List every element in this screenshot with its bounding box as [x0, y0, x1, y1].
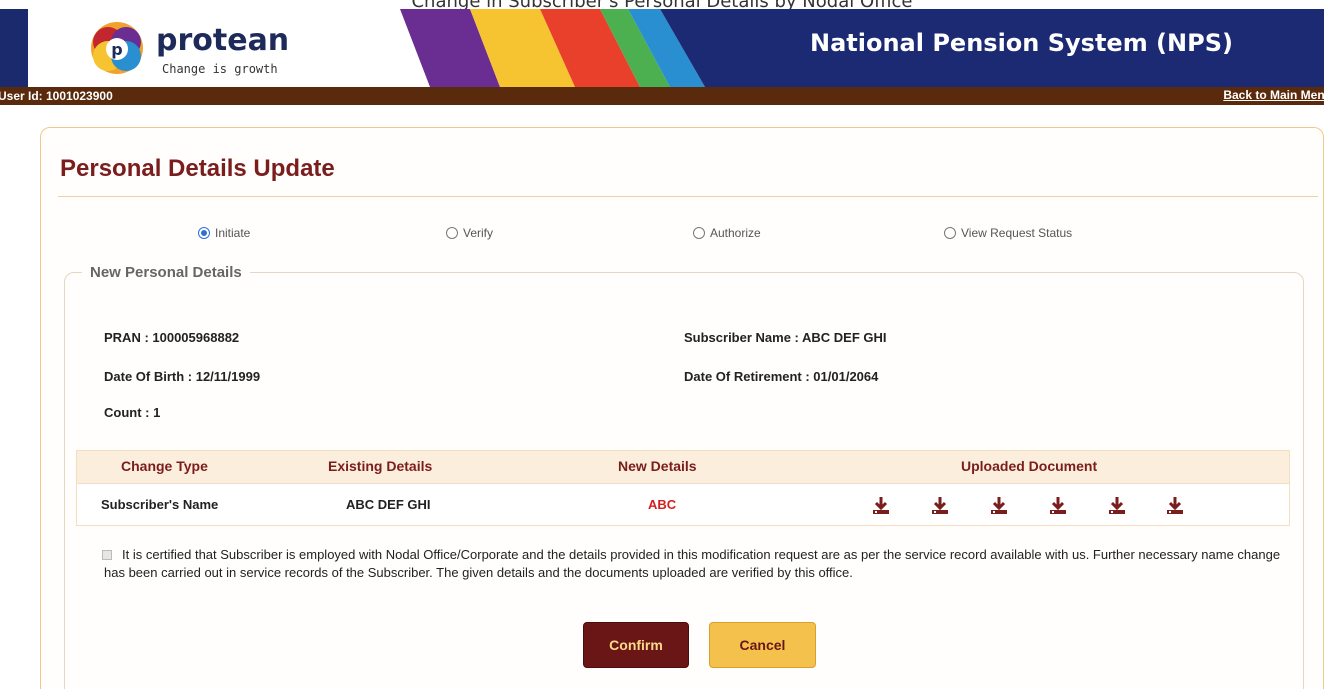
download-icon[interactable]: [1166, 496, 1184, 516]
col-existing-details: Existing Details: [328, 458, 433, 474]
radio-authorize[interactable]: Authorize: [693, 226, 761, 240]
download-icon[interactable]: [1049, 496, 1067, 516]
cell-new-details: ABC: [648, 497, 677, 512]
section-legend: New Personal Details: [82, 264, 250, 281]
dob-text: Date Of Birth : 12/11/1999: [104, 369, 261, 384]
page-title: Personal Details Update: [60, 155, 335, 182]
back-to-main-menu-link[interactable]: Back to Main Menu: [1223, 88, 1324, 102]
radio-unchecked-icon: [446, 227, 458, 239]
nps-title: National Pension System (NPS): [810, 29, 1233, 57]
radio-label: Verify: [463, 226, 494, 240]
col-change-type: Change Type: [121, 458, 208, 474]
pran-text: PRAN : 100005968882: [104, 330, 240, 345]
certification-text: It is certified that Subscriber is emplo…: [104, 547, 1281, 580]
count-text: Count : 1: [104, 405, 161, 420]
radio-verify[interactable]: Verify: [446, 226, 493, 240]
cancel-button[interactable]: Cancel: [709, 622, 816, 668]
user-id: User Id: 1001023900: [0, 89, 113, 103]
radio-checked-icon: [198, 227, 210, 239]
dor-text: Date Of Retirement : 01/01/2064: [684, 369, 879, 384]
download-icon[interactable]: [931, 496, 949, 516]
cell-change-type: Subscriber's Name: [101, 497, 219, 512]
radio-label: View Request Status: [961, 226, 1073, 240]
subscriber-name-text: Subscriber Name : ABC DEF GHI: [684, 330, 887, 345]
col-uploaded-document: Uploaded Document: [961, 458, 1098, 474]
download-icon[interactable]: [872, 496, 890, 516]
radio-view-request-status[interactable]: View Request Status: [944, 226, 1072, 240]
user-bar: User Id: 1001023900 Back to Main Menu: [0, 87, 1324, 105]
cell-existing-details: ABC DEF GHI: [346, 497, 431, 512]
confirm-button[interactable]: Confirm: [583, 622, 689, 668]
col-new-details: New Details: [618, 458, 697, 474]
title-divider: [58, 196, 1318, 197]
workflow-radio-group: Initiate Verify Authorize View Request S…: [0, 226, 1324, 244]
radio-label: Authorize: [710, 226, 761, 240]
radio-unchecked-icon: [693, 227, 705, 239]
radio-label: Initiate: [215, 226, 251, 240]
app-header: p protean Change is growth National Pens…: [0, 9, 1324, 87]
radio-unchecked-icon: [944, 227, 956, 239]
download-icon[interactable]: [990, 496, 1008, 516]
download-icon[interactable]: [1108, 496, 1126, 516]
radio-initiate[interactable]: Initiate: [198, 226, 250, 240]
